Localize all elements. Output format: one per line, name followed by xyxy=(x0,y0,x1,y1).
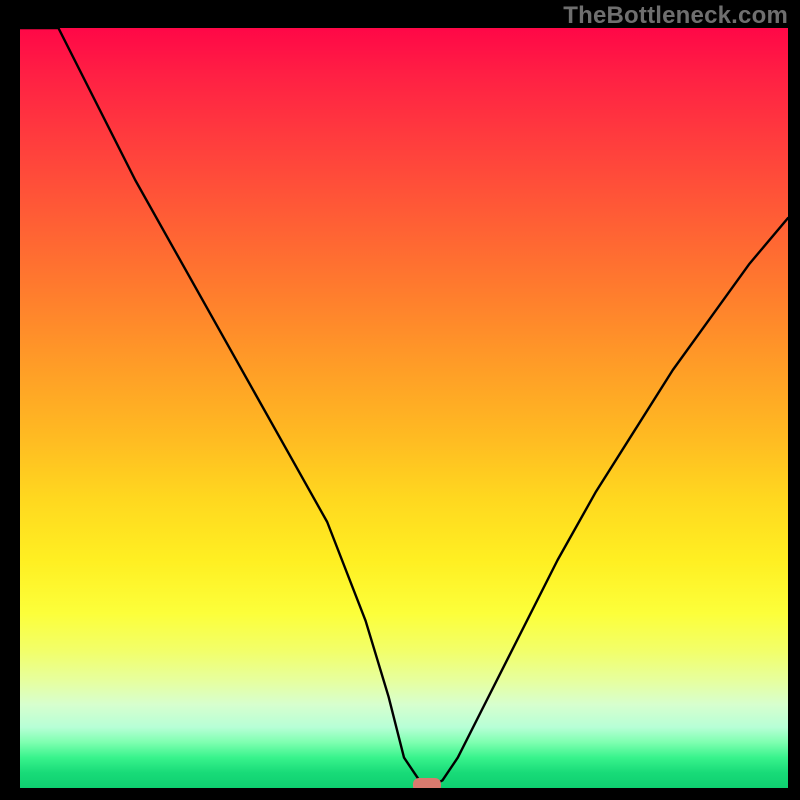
plot-area xyxy=(20,28,788,788)
chart-frame: TheBottleneck.com xyxy=(0,0,800,800)
curve-svg xyxy=(20,28,788,788)
bottleneck-curve xyxy=(20,28,788,788)
minimum-marker xyxy=(413,778,441,788)
watermark-text: TheBottleneck.com xyxy=(563,2,788,30)
